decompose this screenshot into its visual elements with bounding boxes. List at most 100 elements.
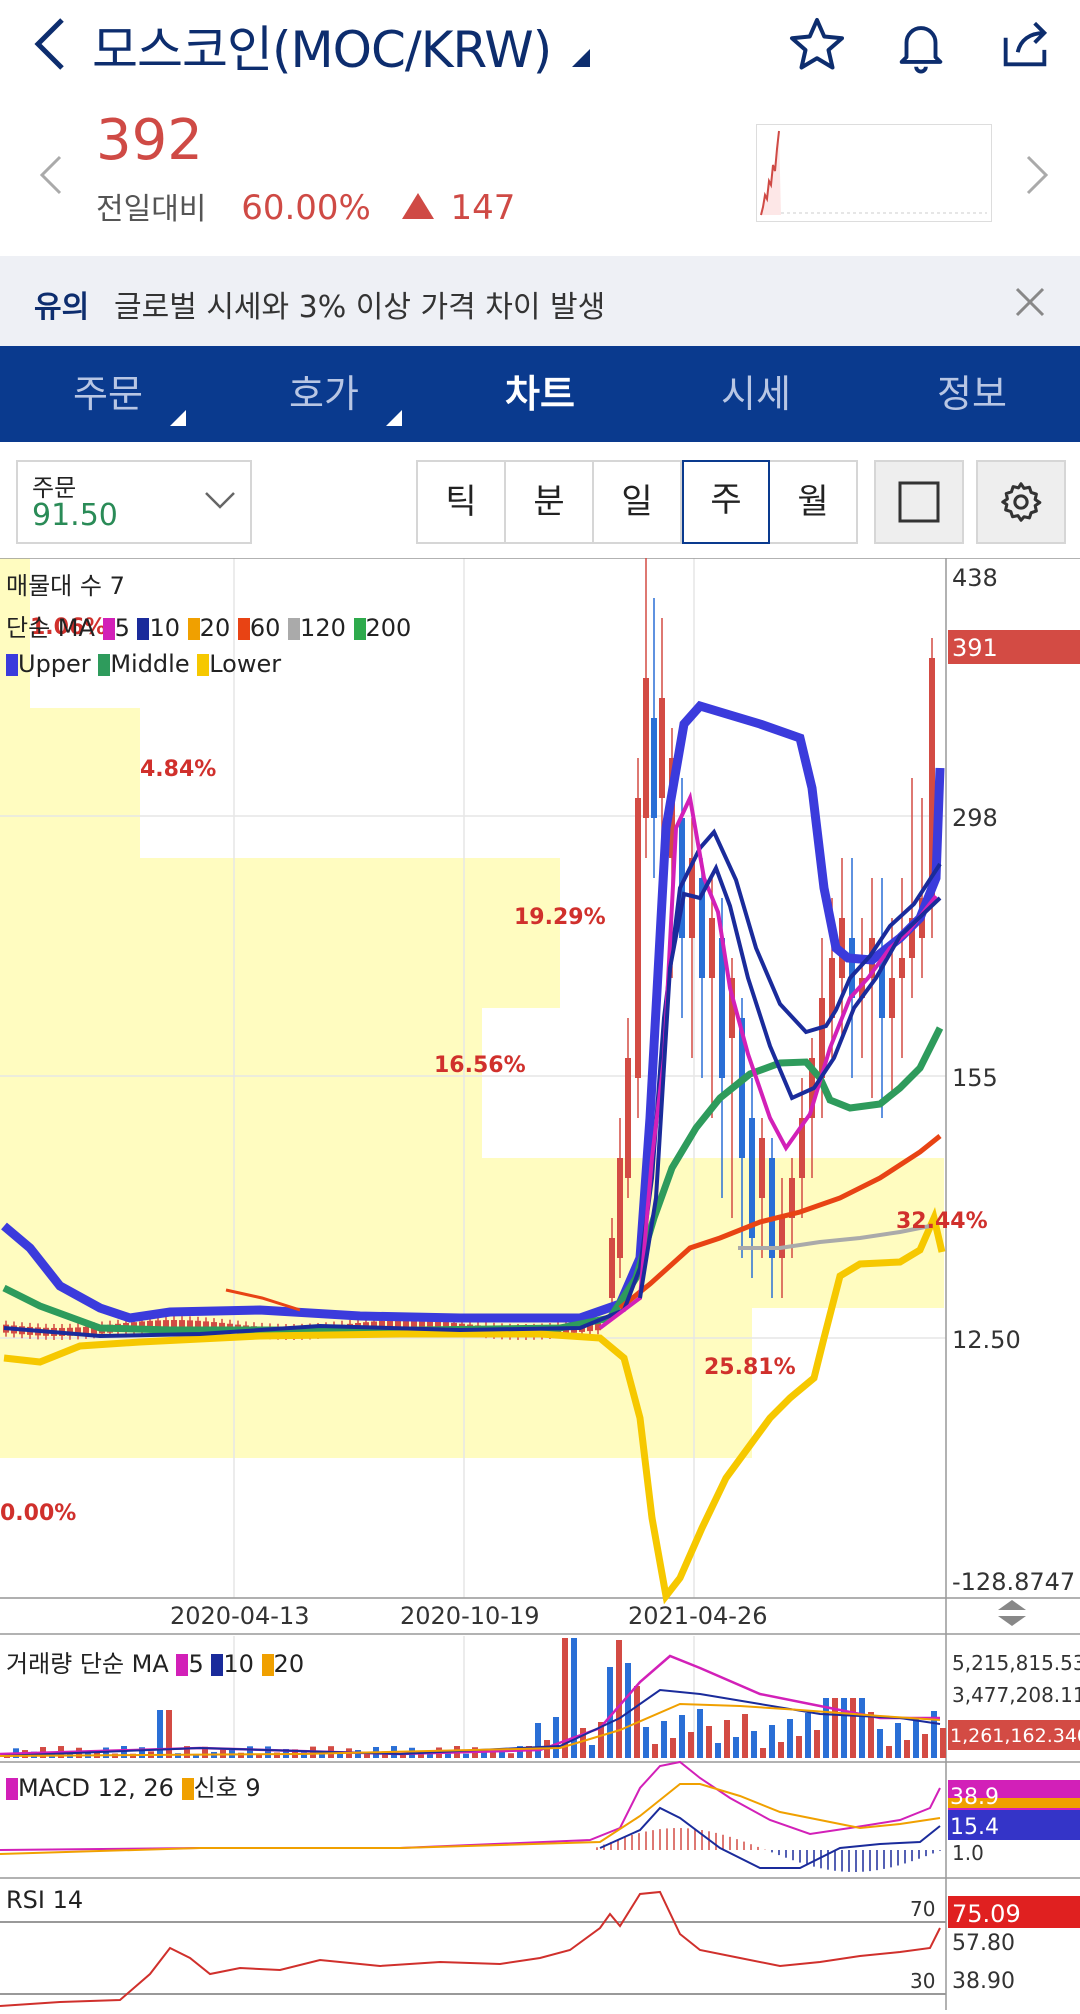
bell-icon[interactable] bbox=[886, 10, 956, 80]
volume-bar bbox=[742, 1714, 748, 1758]
legend-lower: Lower bbox=[209, 650, 282, 678]
mini-chart[interactable] bbox=[756, 124, 992, 222]
swatch-lower bbox=[197, 654, 210, 676]
vp-label: 4.84% bbox=[140, 757, 216, 782]
chart-area[interactable]: 438 298 155 12.50 -128.8747 2020-04-13 2… bbox=[0, 557, 1080, 2010]
notice-banner: 유의 글로벌 시세와 3% 이상 가격 차이 발생 bbox=[0, 256, 1080, 348]
legend-macd-title: MACD 12, 26 bbox=[18, 1774, 174, 1802]
share-icon[interactable] bbox=[990, 10, 1060, 80]
volume-bar bbox=[319, 1753, 325, 1758]
volume-bar bbox=[589, 1745, 595, 1758]
tab-label: 정보 bbox=[937, 372, 1007, 416]
tab-label: 차트 bbox=[505, 372, 575, 416]
volume-y-tick: 3,477,208.112 bbox=[952, 1683, 1080, 1707]
vp-label: 25.81% bbox=[704, 1355, 796, 1380]
rsi-y-tick: 57.80 bbox=[952, 1931, 1015, 1956]
submenu-corner-icon bbox=[170, 410, 186, 426]
y-tick: 12.50 bbox=[952, 1326, 1021, 1354]
legend-vol-ma20: 20 bbox=[273, 1650, 305, 1678]
macd-badge: 38.9 bbox=[950, 1785, 999, 1810]
volume-bar bbox=[841, 1698, 847, 1758]
volume-bar bbox=[616, 1640, 622, 1758]
rsi-y-tick: 38.90 bbox=[952, 1969, 1015, 1994]
volume-bar bbox=[859, 1698, 865, 1758]
volume-bar bbox=[895, 1723, 901, 1758]
candle-body bbox=[659, 698, 665, 798]
volume-bar bbox=[850, 1698, 856, 1758]
legend-vol-ma10: 10 bbox=[223, 1650, 254, 1678]
change-percent: 60.00% bbox=[241, 188, 371, 228]
close-icon[interactable] bbox=[1010, 282, 1050, 322]
tab-quotes[interactable]: 시세 bbox=[648, 346, 864, 442]
chart-settings-button[interactable] bbox=[976, 460, 1066, 544]
fullscreen-button[interactable] bbox=[874, 460, 964, 544]
tab-chart[interactable]: 차트 bbox=[432, 346, 648, 442]
volume-bar bbox=[940, 1728, 946, 1758]
legend-signal-title: 신호 9 bbox=[193, 1774, 261, 1802]
period-month[interactable]: 월 bbox=[770, 462, 856, 542]
candle-body bbox=[849, 938, 855, 998]
volume-bar bbox=[760, 1748, 766, 1758]
volume-profile-bar bbox=[0, 708, 140, 858]
candle-body bbox=[769, 1158, 775, 1258]
macd-y-tick: 1.0 bbox=[952, 1841, 984, 1865]
legend-volume: 거래량 단순 MA 5 10 20 bbox=[6, 1644, 304, 1679]
candle-body bbox=[651, 718, 657, 818]
period-tick[interactable]: 틱 bbox=[418, 462, 506, 542]
legend-upper: Upper bbox=[18, 650, 91, 678]
prev-coin-icon[interactable] bbox=[30, 150, 70, 200]
dropdown-icon[interactable] bbox=[572, 49, 591, 67]
next-coin-icon[interactable] bbox=[1018, 150, 1058, 200]
last-price-badge: 391 bbox=[952, 634, 998, 662]
candle-body bbox=[709, 918, 715, 978]
order-select[interactable]: 주문 91.50 bbox=[16, 460, 252, 544]
volume-bar bbox=[706, 1726, 712, 1758]
volume-bar bbox=[697, 1709, 703, 1758]
notice-message: 글로벌 시세와 3% 이상 가격 차이 발생 bbox=[114, 290, 606, 325]
y-tick: -128.8747 bbox=[952, 1568, 1075, 1596]
volume-bar bbox=[868, 1712, 874, 1758]
period-week[interactable]: 주 bbox=[682, 460, 770, 544]
candle-body bbox=[759, 1138, 765, 1198]
swatch-ma120 bbox=[288, 618, 301, 640]
price-change: 전일대비 60.00% 147 bbox=[96, 184, 515, 228]
volume-bar bbox=[751, 1731, 757, 1758]
chart-toolbar: 주문 91.50 틱 분 일 주 월 bbox=[0, 442, 1080, 558]
volume-bar bbox=[724, 1720, 730, 1758]
swatch-vol-ma5 bbox=[176, 1654, 189, 1676]
tab-orderbook[interactable]: 호가 bbox=[216, 346, 432, 442]
x-tick: 2020-10-19 bbox=[400, 1602, 539, 1630]
rsi-level-30: 30 bbox=[910, 1969, 935, 1993]
panel-resize-icon bbox=[998, 1600, 1026, 1626]
star-icon[interactable] bbox=[782, 10, 852, 80]
market-title[interactable]: 모스코인(MOC/KRW) bbox=[92, 10, 591, 82]
candle-body bbox=[625, 1058, 631, 1178]
volume-bar bbox=[778, 1742, 784, 1758]
volume-bar bbox=[553, 1717, 559, 1758]
legend-bollinger: Upper Middle Lower bbox=[6, 650, 281, 678]
swatch-ma60 bbox=[237, 618, 250, 640]
legend-rsi: RSI 14 bbox=[6, 1886, 84, 1914]
legend-ma-prefix: 단순 MA bbox=[6, 614, 95, 642]
volume-badge: 1,261,162.340 bbox=[950, 1725, 1080, 1747]
order-select-value: 91.50 bbox=[32, 498, 118, 533]
volume-bar bbox=[877, 1729, 883, 1758]
legend-ma120: 120 bbox=[300, 614, 346, 642]
period-minute[interactable]: 분 bbox=[506, 462, 594, 542]
tab-label: 주문 bbox=[73, 372, 143, 416]
header: 모스코인(MOC/KRW) bbox=[0, 0, 1080, 100]
volume-bar bbox=[787, 1719, 793, 1758]
volume-bar bbox=[157, 1710, 163, 1758]
swatch-vol-ma20 bbox=[261, 1654, 274, 1676]
legend-ma60: 60 bbox=[249, 614, 281, 642]
volume-bar bbox=[463, 1753, 469, 1758]
volume-bar bbox=[886, 1746, 892, 1758]
chevron-down-icon bbox=[202, 486, 238, 516]
swatch-ma5 bbox=[102, 618, 115, 640]
tab-order[interactable]: 주문 bbox=[0, 346, 216, 442]
back-arrow-icon[interactable] bbox=[20, 14, 80, 74]
submenu-corner-icon bbox=[386, 410, 402, 426]
period-day[interactable]: 일 bbox=[594, 462, 682, 542]
tab-info[interactable]: 정보 bbox=[864, 346, 1080, 442]
candle-body bbox=[635, 798, 641, 1078]
